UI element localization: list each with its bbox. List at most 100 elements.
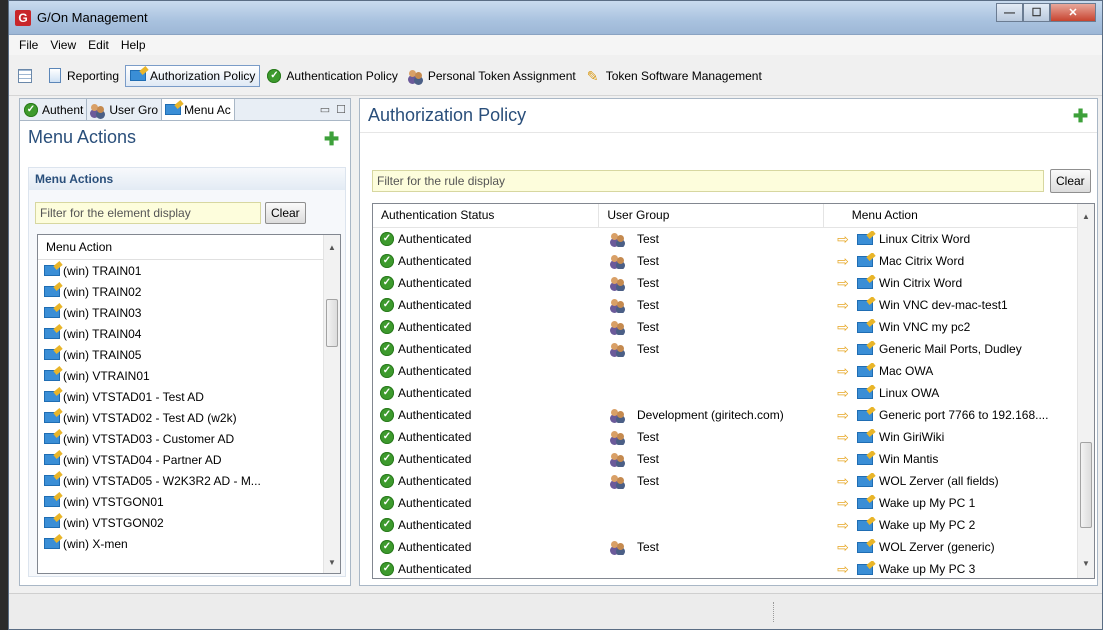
table-row[interactable]: ✓ Authenticated Test ⇨ Win GiriWiki (373, 426, 1094, 448)
arrow-right-icon: ⇨ (837, 451, 849, 467)
table-row[interactable]: ✓ Authenticated ⇨ Wake up My PC 3 (373, 558, 1094, 578)
list-item[interactable]: (win) TRAIN05 (38, 344, 340, 365)
table-row[interactable]: ✓ Authenticated Test ⇨ WOL Zerver (all field… (373, 470, 1094, 492)
arrow-right-icon: ⇨ (837, 407, 849, 423)
maximize-view-icon[interactable]: ☐ (336, 103, 346, 116)
check-icon: ✓ (379, 451, 395, 467)
user-group-cell: Test (637, 298, 660, 312)
table-row[interactable]: ✓ Authenticated ⇨ Mac OWA (373, 360, 1094, 382)
table-row[interactable]: ✓ Authenticated Test ⇨ Win Citrix Word (373, 272, 1094, 294)
rule-table: Authentication Status User Group Menu Ac… (372, 203, 1095, 579)
maximize-button[interactable]: ☐ (1023, 3, 1050, 22)
add-rule-icon[interactable]: ✚ (1073, 106, 1088, 127)
toolbar-personal-token-assignment[interactable]: Personal Token Assignment (404, 65, 580, 87)
table-row[interactable]: ✓ Authenticated Test ⇨ Win VNC my pc2 (373, 316, 1094, 338)
table-row[interactable]: ✓ Authenticated ⇨ Linux OWA (373, 382, 1094, 404)
list-item[interactable]: (win) VTSTGON02 (38, 512, 340, 533)
edit-icon (857, 407, 873, 423)
arrow-right-icon: ⇨ (837, 495, 849, 511)
edit-icon (44, 452, 60, 468)
section-title: Menu Actions (29, 168, 345, 190)
menu-action-cell: WOL Zerver (all fields) (879, 474, 999, 488)
table-row[interactable]: ✓ Authenticated Test ⇨ WOL Zerver (generic) (373, 536, 1094, 558)
list-item[interactable]: (win) TRAIN01 (38, 260, 340, 281)
check-icon: ✓ (379, 363, 395, 379)
toolbar-grid-button[interactable] (13, 65, 41, 87)
tab-user-groups[interactable]: User Gro (87, 99, 163, 120)
scroll-up-icon[interactable]: ▲ (324, 239, 340, 256)
scroll-down-icon[interactable]: ▼ (1078, 555, 1094, 572)
add-icon[interactable]: ✚ (324, 129, 339, 150)
list-item[interactable]: (win) VTRAIN01 (38, 365, 340, 386)
table-row[interactable]: ✓ Authenticated Development (giritech.com)… (373, 404, 1094, 426)
table-row[interactable]: ✓ Authenticated Test ⇨ Win Mantis (373, 448, 1094, 470)
menu-help[interactable]: Help (115, 38, 152, 52)
arrow-right-icon: ⇨ (837, 297, 849, 313)
menu-action-list: Menu Action (win) TRAIN01 (win) TRAIN02 (w… (37, 234, 341, 574)
arrow-right-icon: ⇨ (837, 385, 849, 401)
left-list-scrollbar[interactable]: ▲ ▼ (323, 235, 340, 573)
table-row[interactable]: ✓ Authenticated Test ⇨ Linux Citrix Word (373, 228, 1094, 250)
close-button[interactable]: ✕ (1050, 3, 1096, 22)
tab-authentication[interactable]: ✓ Authent (20, 99, 88, 120)
scroll-down-icon[interactable]: ▼ (324, 554, 340, 571)
table-row[interactable]: ✓ Authenticated ⇨ Wake up My PC 2 (373, 514, 1094, 536)
clear-rule-filter-button[interactable]: Clear (1050, 169, 1091, 193)
list-item[interactable]: (win) VTSTGON01 (38, 491, 340, 512)
toolbar-token-software-management[interactable]: ✎ Token Software Management (582, 65, 766, 87)
list-item[interactable]: (win) VTSTAD05 - W2K3R2 AD - M... (38, 470, 340, 491)
rule-table-scrollbar[interactable]: ▲ ▼ (1077, 204, 1094, 578)
menu-edit[interactable]: Edit (82, 38, 115, 52)
edit-icon (857, 473, 873, 489)
edit-icon (857, 275, 873, 291)
element-filter-input[interactable]: Filter for the element display (35, 202, 261, 224)
report-icon (47, 68, 63, 84)
status-divider (773, 602, 775, 622)
menu-view[interactable]: View (44, 38, 82, 52)
list-item[interactable]: (win) VTSTAD01 - Test AD (38, 386, 340, 407)
arrow-right-icon: ⇨ (837, 429, 849, 445)
toolbar-authentication-policy[interactable]: ✓ Authentication Policy (262, 65, 401, 87)
table-row[interactable]: ✓ Authenticated ⇨ Wake up My PC 1 (373, 492, 1094, 514)
menu-action-cell: Win Mantis (879, 452, 939, 466)
scroll-thumb[interactable] (1080, 442, 1092, 528)
rule-filter-input[interactable]: Filter for the rule display (372, 170, 1044, 192)
minimize-view-icon[interactable]: ▭ (320, 103, 330, 116)
list-item[interactable]: (win) TRAIN04 (38, 323, 340, 344)
column-menu-action[interactable]: Menu Action (824, 204, 1094, 227)
edit-icon (857, 539, 873, 555)
edit-icon (857, 363, 873, 379)
list-item[interactable]: (win) X-men (38, 533, 340, 554)
list-item[interactable]: (win) TRAIN02 (38, 281, 340, 302)
status-cell: Authenticated (398, 276, 472, 290)
status-cell: Authenticated (398, 254, 472, 268)
list-column-header[interactable]: Menu Action (38, 235, 340, 260)
users-icon (610, 539, 626, 555)
tab-menu-actions[interactable]: Menu Ac (162, 99, 235, 120)
app-logo-icon: G (15, 10, 31, 26)
app-window: G G/On Management — ☐ ✕ File View Edit H… (8, 0, 1103, 630)
list-item[interactable]: (win) VTSTAD03 - Customer AD (38, 428, 340, 449)
minimize-button[interactable]: — (996, 3, 1023, 22)
user-group-cell: Test (637, 320, 660, 334)
table-row[interactable]: ✓ Authenticated Test ⇨ Generic Mail Ports, D… (373, 338, 1094, 360)
column-authentication-status[interactable]: Authentication Status (373, 204, 600, 227)
users-icon (610, 407, 626, 423)
tab-authentication-label: Authent (42, 102, 84, 117)
menu-file[interactable]: File (13, 38, 44, 52)
column-user-group[interactable]: User Group (599, 204, 824, 227)
scroll-thumb[interactable] (326, 299, 338, 347)
list-item-label: (win) X-men (63, 536, 128, 551)
table-row[interactable]: ✓ Authenticated Test ⇨ Mac Citrix Word (373, 250, 1094, 272)
check-icon: ✓ (379, 495, 395, 511)
list-item[interactable]: (win) VTSTAD04 - Partner AD (38, 449, 340, 470)
list-item-label: (win) VTRAIN01 (63, 368, 150, 383)
list-item[interactable]: (win) VTSTAD02 - Test AD (w2k) (38, 407, 340, 428)
list-item[interactable]: (win) TRAIN03 (38, 302, 340, 323)
clear-element-filter-button[interactable]: Clear (265, 202, 306, 224)
table-row[interactable]: ✓ Authenticated Test ⇨ Win VNC dev-mac-test1 (373, 294, 1094, 316)
toolbar-authorization-policy[interactable]: Authorization Policy (125, 64, 261, 87)
toolbar-reporting[interactable]: Reporting (43, 65, 123, 87)
scroll-up-icon[interactable]: ▲ (1078, 208, 1094, 225)
menu-action-cell: Win VNC my pc2 (879, 320, 971, 334)
